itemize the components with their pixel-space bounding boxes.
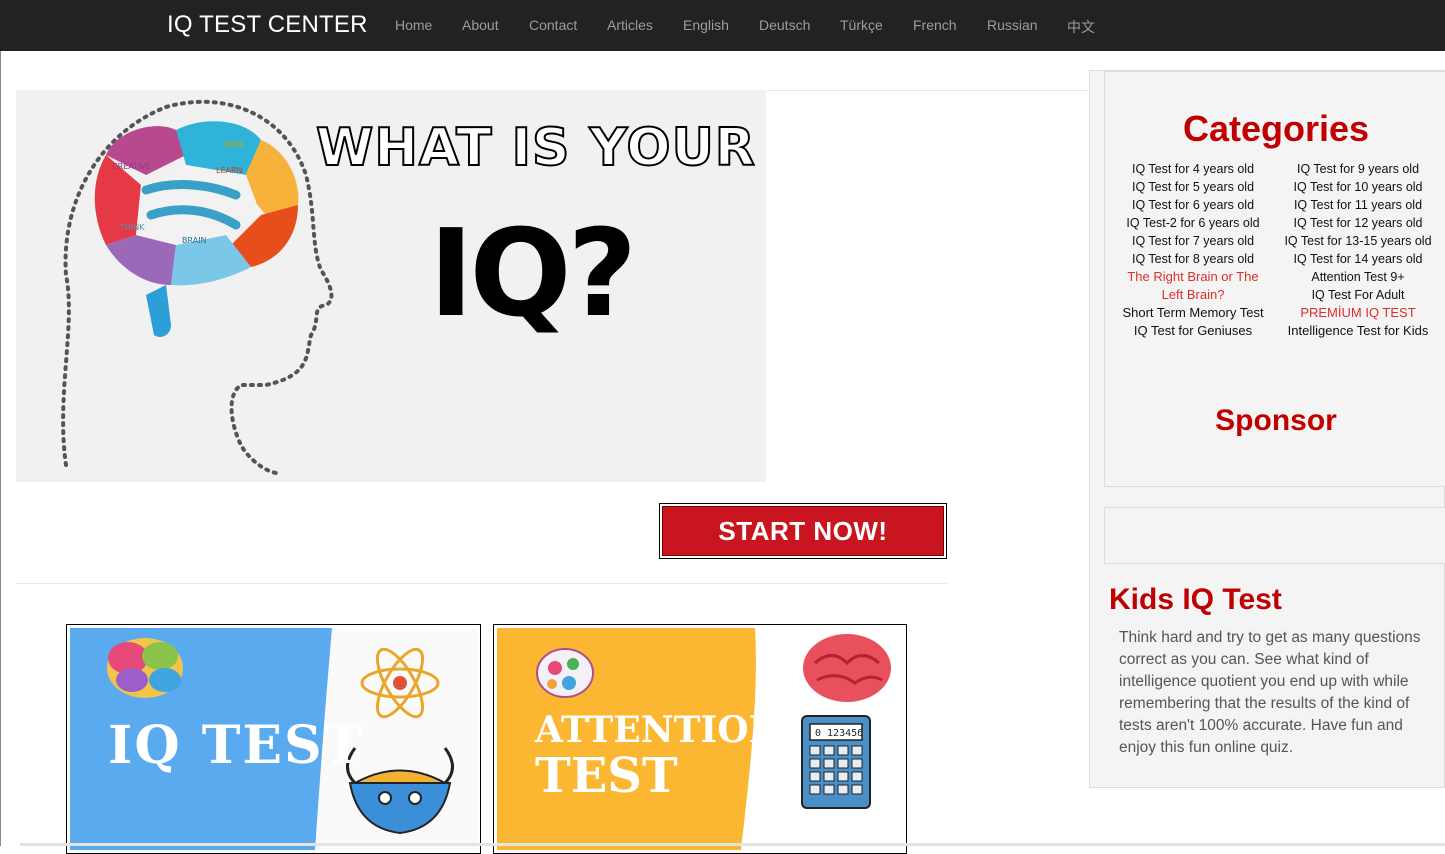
top-navbar: IQ TEST CENTER Home About Contact Articl… [0,0,1445,51]
category-link-attention-test[interactable]: Attention Test 9+ [1283,268,1433,286]
nav-link-chinese[interactable]: 中文 [1067,17,1095,37]
iq-test-card-image[interactable]: IQ TEST [70,628,477,850]
category-link-14-years[interactable]: IQ Test for 14 years old [1283,250,1433,268]
nav-link-home[interactable]: Home [395,17,432,33]
category-link-right-left-brain[interactable]: The Right Brain or The Left Brain? [1118,268,1268,304]
attention-test-card-title-line1: ATTENTION [535,709,782,751]
category-link-adult[interactable]: IQ Test For Adult [1283,286,1433,304]
nav-link-contact[interactable]: Contact [529,17,577,33]
site-brand[interactable]: IQ TEST CENTER [167,11,368,39]
hero-iq-question: IQ? [428,205,637,344]
category-link-premium[interactable]: PREMİUM IQ TEST [1283,304,1433,322]
category-link-6-years[interactable]: IQ Test for 6 years old [1118,196,1268,214]
categories-left-column: IQ Test for 4 years old IQ Test for 5 ye… [1118,160,1268,340]
kids-iq-test-description: Think hard and try to get as many questi… [1119,629,1421,756]
category-link-9-years[interactable]: IQ Test for 9 years old [1283,160,1433,178]
calculator-display: 0 123456 [815,728,863,739]
hero-headline: WHAT IS YOUR [315,117,756,179]
category-link-8-years[interactable]: IQ Test for 8 years old [1118,250,1268,268]
categories-right-column: IQ Test for 9 years old IQ Test for 10 y… [1283,160,1433,340]
iq-test-card-title: IQ TEST [108,715,365,776]
section-divider [16,583,947,584]
brain-label-idea: IDEA [224,140,244,149]
attention-test-card[interactable]: 0 123456 ATTENTION TEST [493,624,907,854]
category-link-short-term-memory[interactable]: Short Term Memory Test [1118,304,1268,322]
nav-link-turkce[interactable]: Türkçe [840,17,883,33]
nav-link-russian[interactable]: Russian [987,17,1038,33]
attention-test-card-image[interactable]: 0 123456 ATTENTION TEST [497,628,903,850]
category-link-7-years[interactable]: IQ Test for 7 years old [1118,232,1268,250]
brain-label-brain: BRAIN [182,236,207,245]
category-link-5-years[interactable]: IQ Test for 5 years old [1118,178,1268,196]
brain-label-think: THINK [119,223,145,232]
categories-panel: Categories IQ Test for 4 years old IQ Te… [1104,71,1445,487]
sponsor-ad-slot [1104,507,1445,564]
category-link-11-years[interactable]: IQ Test for 11 years old [1283,196,1433,214]
category-link-12-years[interactable]: IQ Test for 12 years old [1283,214,1433,232]
sponsor-heading: Sponsor [1215,404,1337,437]
kids-iq-test-heading: Kids IQ Test [1109,583,1282,616]
nav-link-french[interactable]: French [913,17,957,33]
category-link-6-years-2[interactable]: IQ Test-2 for 6 years old [1118,214,1268,232]
categories-heading: Categories [1182,108,1370,149]
nav-link-english[interactable]: English [683,17,729,33]
nav-link-deutsch[interactable]: Deutsch [759,17,810,33]
hero-banner[interactable]: IDEA CREATIVE LEARN THINK BRAIN WHAT IS … [16,90,766,482]
category-link-intelligence-kids[interactable]: Intelligence Test for Kids [1283,322,1433,340]
content-rule [766,90,1088,91]
nav-link-articles[interactable]: Articles [607,17,653,33]
attention-test-card-title-line2: TEST [535,748,678,804]
category-link-10-years[interactable]: IQ Test for 10 years old [1283,178,1433,196]
page-border [0,51,1,846]
category-link-4-years[interactable]: IQ Test for 4 years old [1118,160,1268,178]
category-link-13-15-years[interactable]: IQ Test for 13-15 years old [1283,232,1433,250]
start-button-frame: START NOW! [659,503,947,559]
brain-label-creative: CREATIVE [112,162,151,171]
brain-label-learn: LEARN [216,166,243,175]
nav-link-about[interactable]: About [462,17,499,33]
start-now-button[interactable]: START NOW! [662,506,944,556]
category-link-geniuses[interactable]: IQ Test for Geniuses [1118,322,1268,340]
brain-head-illustration: IDEA CREATIVE LEARN THINK BRAIN [61,99,334,475]
iq-test-card[interactable]: IQ TEST [66,624,481,854]
